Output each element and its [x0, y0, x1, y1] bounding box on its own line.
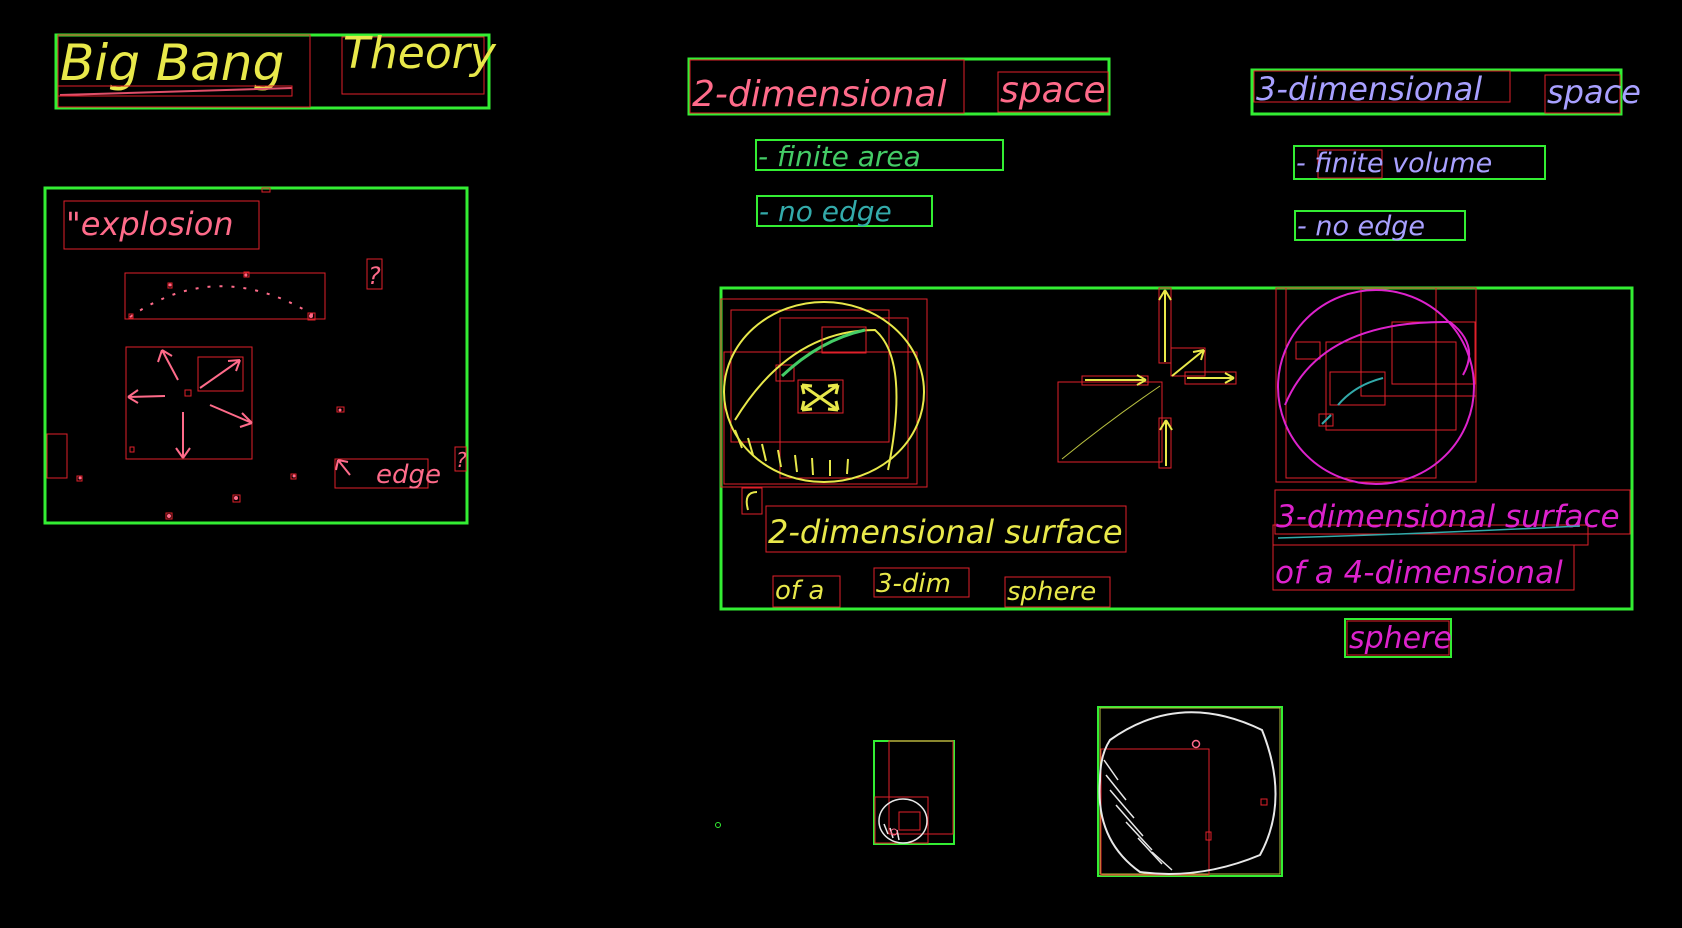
four-d-sphere-group: sphere — [1344, 618, 1452, 658]
three-d-no-edge: - no edge — [1297, 211, 1425, 242]
four-d-surface-line2: of a 4-dimensional — [1275, 555, 1563, 591]
two-d-finite: - finite area — [758, 140, 921, 173]
edge-label: edge — [376, 460, 441, 490]
four-d-sphere-word: sphere — [1349, 621, 1452, 656]
four-d-surface-line1: 3-dimensional surface — [1276, 499, 1620, 535]
title-theory: Theory — [343, 28, 497, 79]
two-d-of-a: of a — [775, 576, 824, 606]
two-d-heading-right: space — [1000, 70, 1106, 111]
two-d-three-dim: 3-dim — [876, 569, 951, 599]
two-d-no-edge: - no edge — [759, 195, 892, 228]
title-big-bang: Big Bang — [60, 34, 284, 92]
two-d-sphere-word: sphere — [1007, 577, 1096, 607]
whiteboard-canvas: Big Bang Theory "explosion ? edge ? 2-di… — [0, 0, 1682, 928]
two-d-heading-left: 2-dimensional — [692, 74, 946, 115]
three-d-heading-right: space — [1547, 73, 1641, 111]
explosion-label: "explosion — [66, 205, 234, 243]
two-d-surface-line1: 2-dimensional surface — [768, 513, 1123, 551]
question-mark-top: ? — [368, 262, 381, 290]
three-d-finite: - finite volume — [1296, 148, 1492, 179]
question-mark-right: ? — [456, 448, 467, 472]
three-d-heading-left: 3-dimensional — [1256, 70, 1482, 108]
